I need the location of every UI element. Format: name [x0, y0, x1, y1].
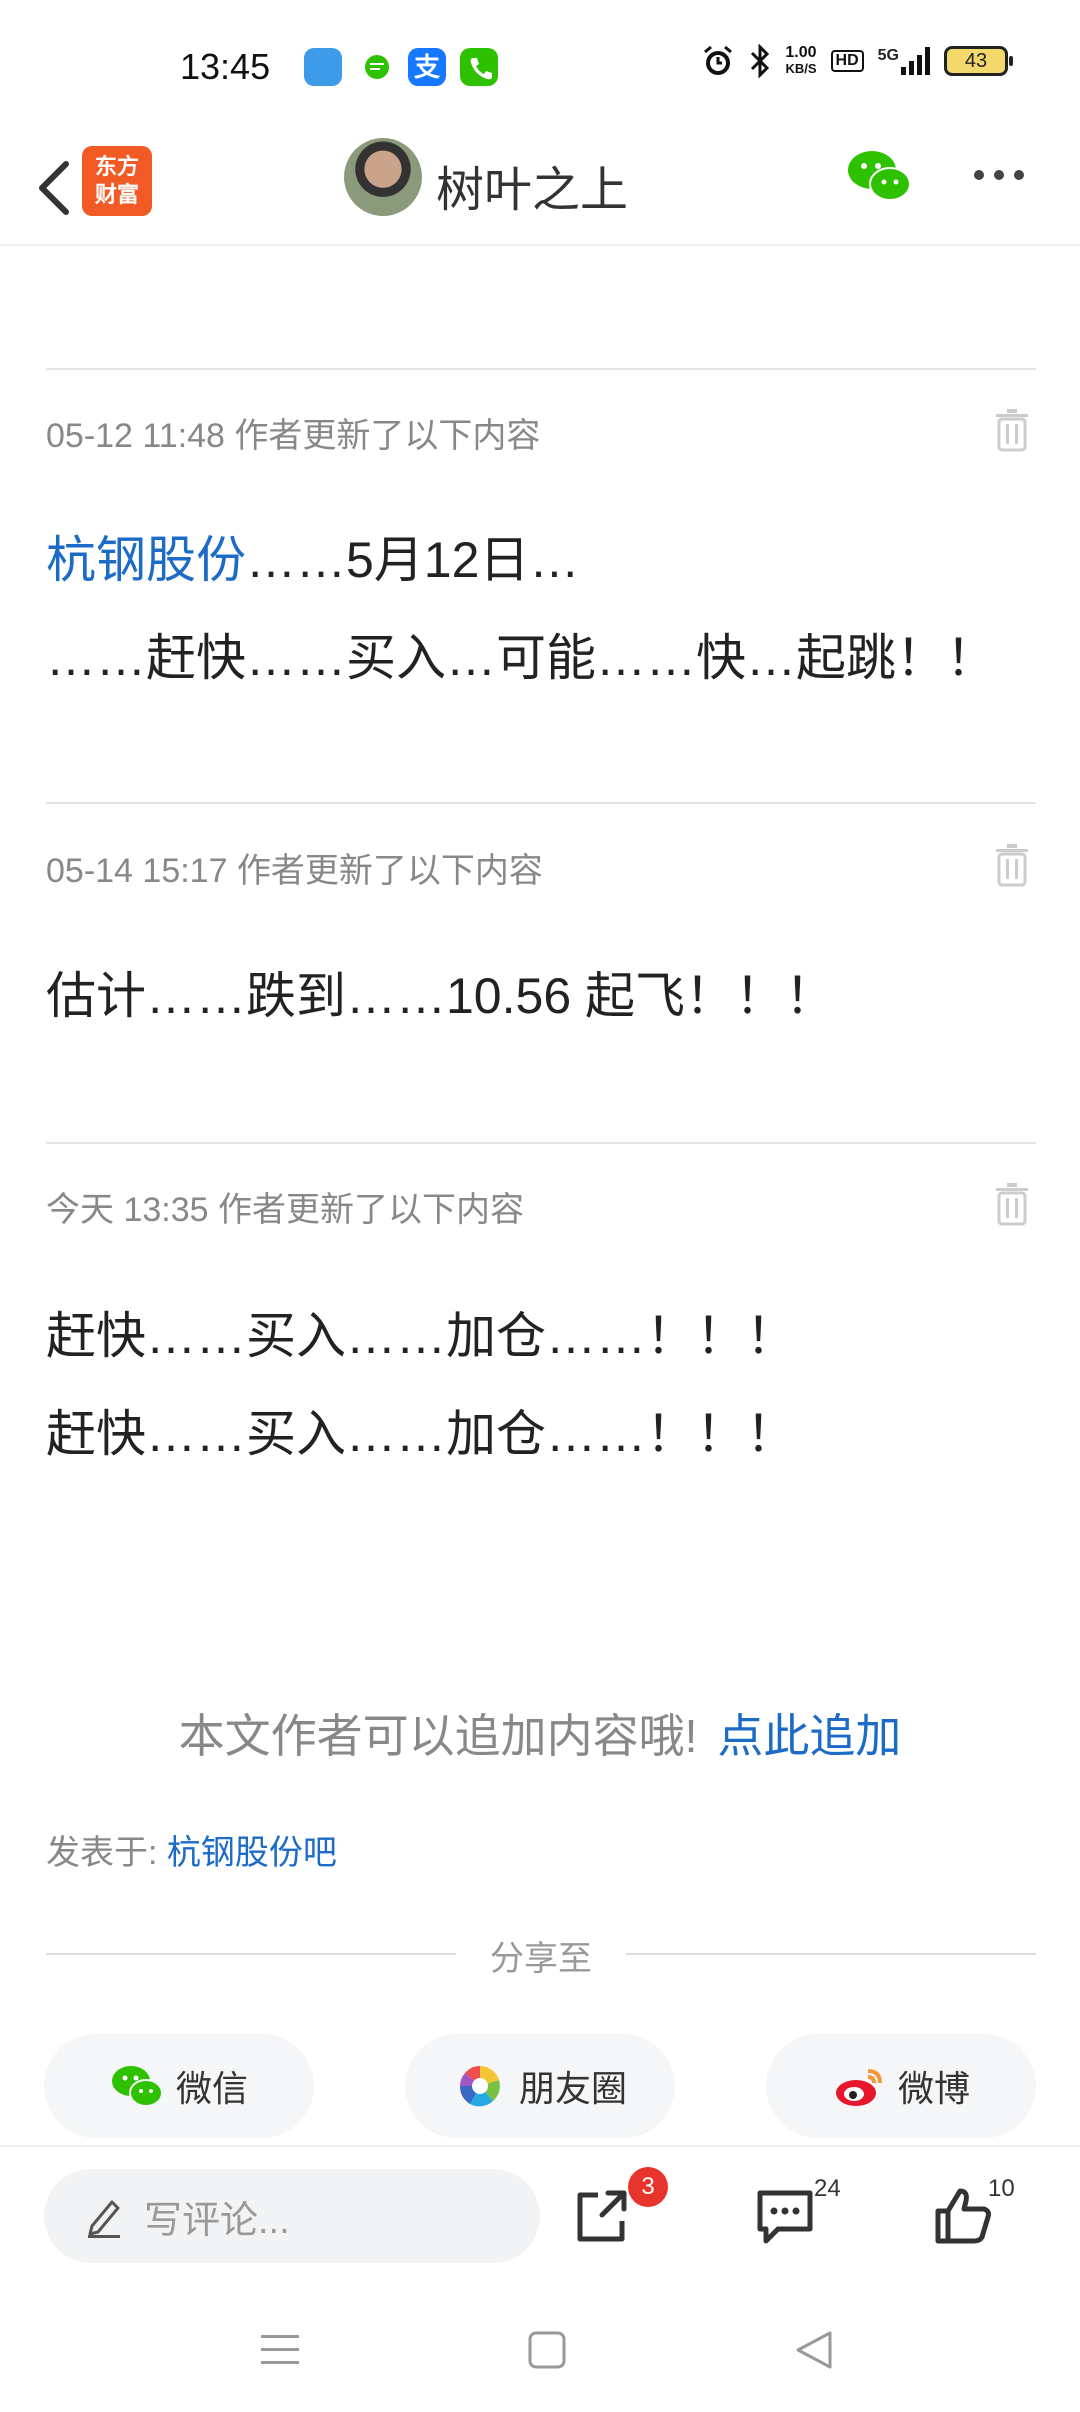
wechat-share-icon[interactable]	[846, 148, 912, 204]
more-button[interactable]	[974, 170, 1024, 180]
posted-in: 发表于: 杭钢股份吧	[46, 1834, 337, 1872]
share-icon[interactable]	[568, 2183, 634, 2249]
hd-badge: HD	[830, 50, 864, 72]
wechat-icon	[111, 2066, 163, 2107]
status-time: 13:45	[180, 46, 271, 87]
phone-icon	[460, 48, 498, 86]
like-count: 10	[988, 2175, 1015, 2202]
comment-count: 24	[814, 2175, 841, 2202]
divider	[46, 1142, 1036, 1144]
delete-trash-icon[interactable]	[994, 408, 1030, 452]
delete-trash-icon[interactable]	[994, 843, 1030, 887]
system-navigation-bar	[0, 2285, 1080, 2412]
update-content-line: ……赶快……买入…可能……快…起跳！！	[46, 630, 996, 686]
update-content-line: 赶快……买入……加仓……！！！	[46, 1308, 796, 1364]
share-moments-button[interactable]: 朋友圈	[405, 2034, 675, 2138]
pencil-icon	[88, 2200, 120, 2238]
net-speed: 1.00 KB/S	[785, 44, 817, 77]
alarm-icon	[704, 45, 733, 75]
battery-icon: 43	[944, 46, 1013, 76]
update-content-line: 赶快……买入……加仓……！！！	[46, 1406, 796, 1462]
bluetooth-icon	[751, 44, 770, 78]
share-count-badge: 3	[628, 2167, 668, 2207]
divider	[46, 368, 1036, 370]
status-bar: 13:45 支 1.00 KB/S HD 5G 43	[0, 0, 1080, 130]
update-content-line: 估计……跌到……10.56 起飞！！！	[46, 968, 836, 1024]
update-content-line: 杭钢股份……5月12日…	[46, 532, 580, 588]
divider	[46, 802, 1036, 804]
app-notification-icon	[304, 48, 342, 86]
eastmoney-logo[interactable]: 东方 财富	[82, 146, 152, 216]
message-notification-icon	[358, 48, 396, 86]
signal-icon: 5G	[878, 47, 930, 75]
home-nav-icon[interactable]	[522, 2327, 572, 2373]
forum-link[interactable]: 杭钢股份吧	[167, 1834, 337, 1872]
back-arrow-icon	[39, 161, 69, 215]
share-wechat-button[interactable]: 微信	[44, 2034, 314, 2138]
author-avatar[interactable]	[344, 138, 422, 216]
back-nav-icon[interactable]	[790, 2327, 840, 2373]
delete-trash-icon[interactable]	[994, 1182, 1030, 1226]
more-dot-icon	[974, 170, 984, 180]
status-indicators: 1.00 KB/S HD 5G 43	[701, 44, 1013, 78]
share-weibo-button[interactable]: 微博	[766, 2034, 1036, 2138]
comment-input[interactable]: 写评论...	[44, 2169, 540, 2263]
append-content-link[interactable]: 点此追加	[717, 1710, 901, 1762]
update-timestamp: 05-12 11:48 作者更新了以下内容	[46, 417, 541, 455]
author-name[interactable]: 树叶之上	[436, 150, 628, 220]
append-content-hint: 本文作者可以追加内容哦! 点此追加	[178, 1710, 902, 1762]
bottom-action-bar: 写评论... 3 24 10	[0, 2145, 1080, 2285]
alipay-icon: 支	[408, 48, 446, 86]
share-section-title: 分享至	[46, 1928, 1036, 1978]
comment-icon[interactable]	[752, 2183, 818, 2249]
weibo-icon	[835, 2069, 882, 2106]
moments-icon	[459, 2066, 500, 2107]
update-timestamp: 今天 13:35 作者更新了以下内容	[46, 1191, 524, 1229]
like-thumb-icon[interactable]	[930, 2183, 996, 2249]
stock-link[interactable]: 杭钢股份	[46, 532, 246, 588]
menu-nav-icon[interactable]	[255, 2327, 305, 2373]
post-header: 东方 财富 树叶之上	[0, 130, 1080, 246]
back-button[interactable]	[24, 150, 84, 226]
update-timestamp: 05-14 15:17 作者更新了以下内容	[46, 852, 543, 890]
